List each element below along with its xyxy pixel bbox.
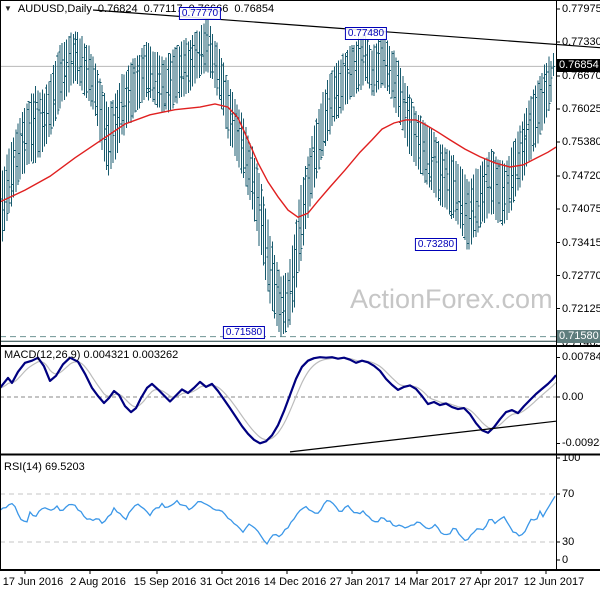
x-axis-date-label: 2 Aug 2016 <box>70 576 126 588</box>
current-price-axis-label: 0.76854 <box>557 59 600 73</box>
rsi-line <box>0 495 556 545</box>
macd-axis-label: 0.00 <box>562 391 584 403</box>
x-axis-date-label: 31 Oct 2016 <box>200 576 260 588</box>
y-axis-price-label: 0.76025 <box>562 102 600 115</box>
rsi-axis-label: 100 <box>562 452 581 464</box>
x-axis-date-label: 17 Jun 2016 <box>2 576 64 588</box>
y-axis-price-label: 0.72770 <box>562 269 600 282</box>
y-axis-price-label: 0.73415 <box>562 236 600 249</box>
x-axis-date-label: 12 Jun 2017 <box>523 576 585 588</box>
x-axis-date-label: 14 Mar 2017 <box>394 576 456 588</box>
y-axis-price-label: 0.74720 <box>562 169 600 182</box>
y-axis-price-label: 0.77975 <box>562 3 600 15</box>
rsi-axis-label: 0 <box>562 554 569 566</box>
y-axis-price-label: 0.75380 <box>562 135 600 148</box>
x-axis-date-label: 15 Sep 2016 <box>133 576 197 588</box>
rsi-panel-title: RSI(14) 69.5203 <box>4 461 85 473</box>
x-axis-date-label: 27 Apr 2017 <box>459 576 519 588</box>
price-level-label[interactable]: 0.77770 <box>178 6 222 20</box>
forex-chart-window: ActionForex.com ▼ AUDUSD,Daily 0.76824 0.77… <box>0 0 600 600</box>
y-axis-price-label: 0.72125 <box>562 302 600 315</box>
y-axis-price-label: 0.77330 <box>562 36 600 49</box>
panel-borders <box>0 0 600 571</box>
y-axis-price-label: 0.74075 <box>562 202 600 215</box>
macd-axis-label: -0.00923 <box>562 437 600 450</box>
rsi-axis-label: 70 <box>562 488 575 500</box>
x-axis-date-label: 27 Jan 2017 <box>329 576 391 588</box>
macd-panel-title: MACD(12,26,9) 0.004321 0.003262 <box>4 349 179 361</box>
chart-canvas[interactable] <box>0 0 600 600</box>
macd-rising-trendline[interactable] <box>289 420 557 453</box>
price-level-label[interactable]: 0.77480 <box>344 27 388 41</box>
moving-average-line <box>0 103 557 218</box>
price-level-label[interactable]: 0.73280 <box>414 237 458 251</box>
price-level-label[interactable]: 0.71580 <box>222 325 266 339</box>
rsi-axis-label: 30 <box>562 536 575 548</box>
price-bars <box>0 19 555 337</box>
x-axis-date-label: 14 Dec 2016 <box>263 576 327 588</box>
support-price-axis-label: 0.71580 <box>557 329 600 343</box>
macd-axis-label: 0.007848 <box>562 351 600 364</box>
